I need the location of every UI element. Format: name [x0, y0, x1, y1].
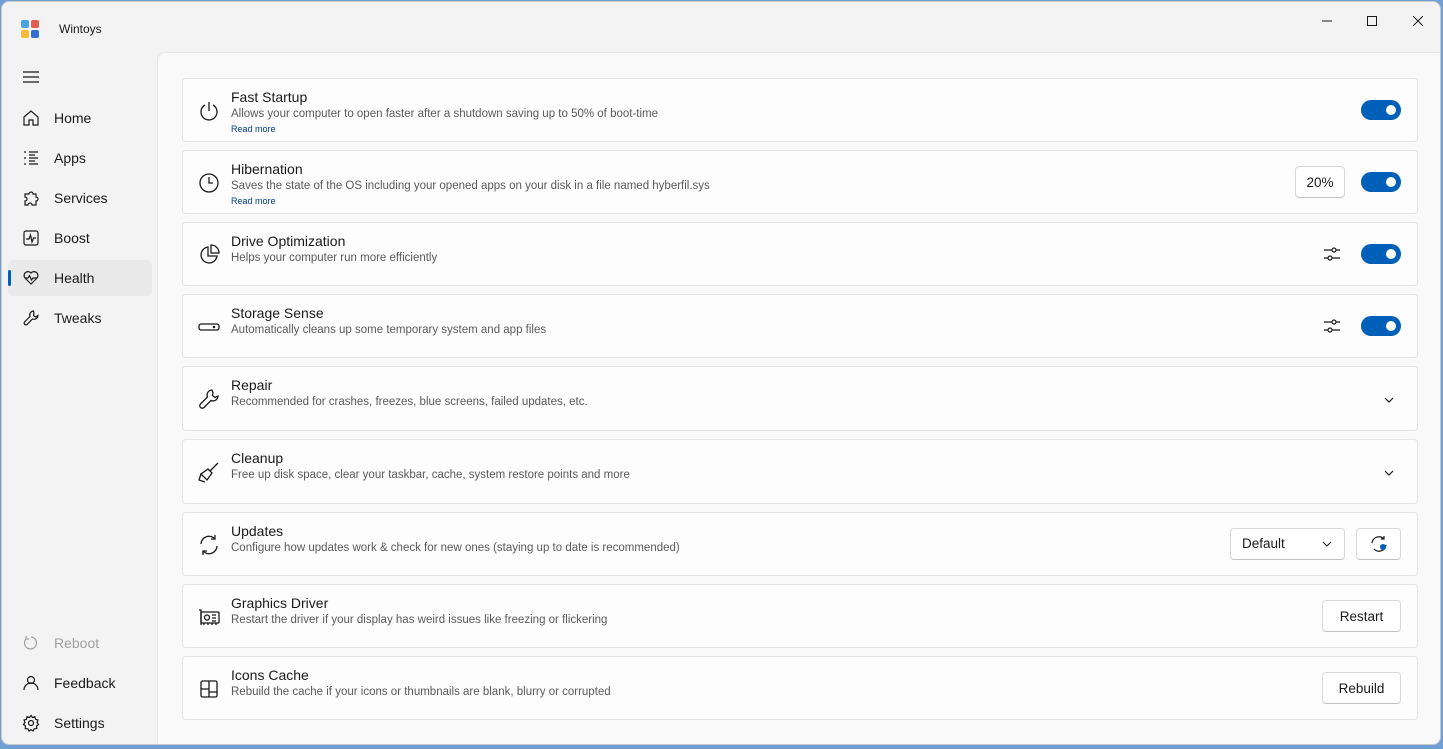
card-fast-startup: Fast Startup Allows your computer to ope… — [182, 78, 1418, 142]
storage-sense-toggle[interactable] — [1361, 316, 1401, 336]
card-hibernation: Hibernation Saves the state of the OS in… — [182, 150, 1418, 214]
maximize-button[interactable] — [1349, 2, 1395, 40]
card-updates: Updates Configure how updates work & che… — [182, 512, 1418, 576]
app-logo-icon — [21, 20, 39, 38]
main-content: Fast Startup Allows your computer to ope… — [157, 52, 1440, 744]
card-graphics-driver: Graphics Driver Restart the driver if yo… — [182, 584, 1418, 648]
pulse-icon — [23, 230, 39, 246]
rebuild-cache-button[interactable]: Rebuild — [1322, 672, 1401, 704]
clock-icon — [199, 173, 219, 193]
card-cleanup[interactable]: Cleanup Free up disk space, clear your t… — [182, 439, 1418, 504]
app-window: Wintoys Home Apps Services Boost Health … — [1, 1, 1441, 745]
card-description: Free up disk space, clear your taskbar, … — [231, 469, 630, 481]
refresh-icon — [1370, 536, 1387, 552]
read-more-link[interactable]: Read more — [231, 196, 276, 206]
wrench-icon — [199, 389, 219, 409]
minimize-icon — [1322, 20, 1332, 22]
sliders-icon[interactable] — [1323, 317, 1341, 335]
sync-icon — [200, 535, 218, 555]
card-description: Helps your computer run more efficiently — [231, 252, 438, 264]
card-title: Hibernation — [231, 161, 303, 177]
wrench-icon — [23, 310, 39, 326]
chevron-down-icon — [1322, 541, 1332, 547]
card-icons-cache: Icons Cache Rebuild the cache if your ic… — [182, 656, 1418, 720]
heart-pulse-icon — [23, 271, 39, 285]
sidebar: Home Apps Services Boost Health Tweaks R… — [2, 52, 157, 744]
card-description: Allows your computer to open faster afte… — [231, 108, 659, 120]
sidebar-item-label: Feedback — [54, 675, 116, 691]
app-title: Wintoys — [59, 22, 102, 36]
power-icon — [200, 102, 218, 121]
card-description: Configure how updates work & check for n… — [231, 542, 680, 554]
close-icon — [1413, 16, 1423, 26]
card-title: Icons Cache — [231, 667, 309, 683]
sidebar-item-label: Settings — [54, 715, 105, 731]
card-title: Fast Startup — [231, 89, 308, 105]
check-updates-button[interactable] — [1356, 528, 1401, 560]
sidebar-item-health[interactable]: Health — [8, 260, 152, 296]
drive-icon — [198, 323, 220, 331]
pie-chart-icon — [200, 244, 220, 264]
card-title: Drive Optimization — [231, 233, 346, 249]
hamburger-menu-icon[interactable] — [22, 70, 40, 84]
sidebar-item-label: Services — [54, 190, 108, 206]
read-more-link[interactable]: Read more — [231, 124, 276, 134]
home-icon — [23, 110, 39, 126]
drive-optimization-toggle[interactable] — [1361, 244, 1401, 264]
card-title: Cleanup — [231, 450, 284, 466]
restart-driver-button[interactable]: Restart — [1322, 600, 1401, 632]
sidebar-item-label: Health — [54, 270, 95, 286]
card-description: Automatically cleans up some temporary s… — [231, 324, 547, 336]
card-title: Graphics Driver — [231, 595, 329, 611]
sidebar-item-reboot[interactable]: Reboot — [8, 625, 152, 661]
card-description: Saves the state of the OS including your… — [231, 180, 710, 192]
sidebar-item-label: Tweaks — [54, 310, 102, 326]
card-repair[interactable]: Repair Recommended for crashes, freezes,… — [182, 366, 1418, 431]
card-storage-sense: Storage Sense Automatically cleans up so… — [182, 294, 1418, 358]
card-title: Updates — [231, 523, 284, 539]
sidebar-item-boost[interactable]: Boost — [8, 220, 152, 256]
reboot-icon — [23, 636, 38, 650]
sidebar-item-label: Reboot — [54, 635, 100, 651]
toggle-knob — [1386, 321, 1396, 331]
dropdown-selected-value: Default — [1242, 536, 1285, 551]
broom-icon — [198, 462, 219, 483]
sidebar-item-tweaks[interactable]: Tweaks — [8, 300, 152, 336]
card-drive-optimization: Drive Optimization Helps your computer r… — [182, 222, 1418, 286]
hibernation-size-input[interactable]: 20% — [1295, 166, 1345, 198]
card-description: Restart the driver if your display has w… — [231, 614, 608, 626]
card-title: Repair — [231, 377, 273, 393]
sliders-icon[interactable] — [1323, 245, 1341, 263]
sidebar-item-apps[interactable]: Apps — [8, 140, 152, 176]
sidebar-item-label: Boost — [54, 230, 90, 246]
minimize-button[interactable] — [1304, 2, 1350, 40]
toggle-knob — [1386, 249, 1396, 259]
hibernation-toggle[interactable] — [1361, 172, 1401, 192]
grid-icon — [200, 680, 218, 698]
maximize-icon — [1367, 16, 1377, 26]
sidebar-item-label: Home — [54, 110, 92, 126]
title-bar: Wintoys — [2, 2, 1440, 52]
feedback-icon — [23, 675, 39, 691]
card-description: Recommended for crashes, freezes, blue s… — [231, 396, 588, 408]
toggle-knob — [1386, 177, 1396, 187]
sidebar-item-settings[interactable]: Settings — [8, 705, 152, 741]
sidebar-item-label: Apps — [54, 150, 86, 166]
sidebar-item-services[interactable]: Services — [8, 180, 152, 216]
apps-list-icon — [24, 151, 38, 165]
updates-mode-dropdown[interactable]: Default — [1230, 528, 1345, 560]
sidebar-item-home[interactable]: Home — [8, 100, 152, 136]
gear-icon — [22, 714, 40, 732]
chevron-down-icon[interactable] — [1383, 467, 1395, 479]
gpu-icon — [199, 609, 220, 625]
close-button[interactable] — [1395, 2, 1440, 40]
card-description: Rebuild the cache if your icons or thumb… — [231, 686, 611, 698]
card-title: Storage Sense — [231, 305, 324, 321]
chevron-down-icon[interactable] — [1383, 394, 1395, 406]
fast-startup-toggle[interactable] — [1361, 100, 1401, 120]
sidebar-item-feedback[interactable]: Feedback — [8, 665, 152, 701]
puzzle-icon — [24, 191, 39, 206]
toggle-knob — [1386, 105, 1396, 115]
